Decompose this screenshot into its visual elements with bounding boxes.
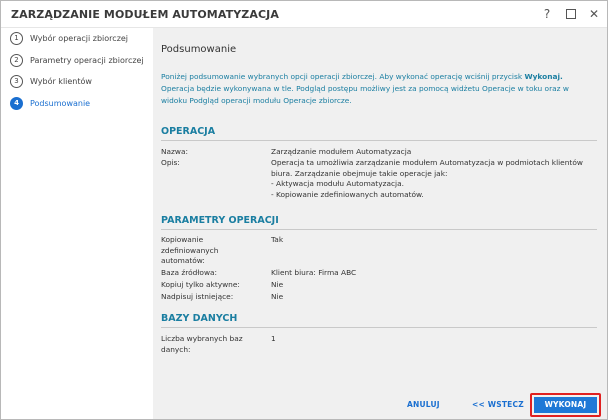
step-label: Parametry operacji zbiorczej [30,55,144,65]
execute-button[interactable]: WYKONAJ [534,397,597,413]
param-value: Klient biura: Firma ABC [271,268,357,277]
back-button[interactable]: << WSTECZ [472,400,524,409]
step-number: 2 [10,53,23,67]
param-label: Nadpisuj istniejące: [161,292,234,301]
page-title: Podsumowanie [161,44,237,55]
maximize-button[interactable] [562,6,580,22]
param-value: Nie [271,280,284,289]
maximize-icon [566,8,576,19]
param-label: Kopiuj tylko aktywne: [161,280,240,289]
param-label: Baza źródłowa: [161,268,218,277]
step-choose-clients[interactable]: 3 Wybór klientów [10,74,92,88]
description-label: Opis: [161,158,180,167]
footer-bar: ANULUJ << WSTECZ WYKONAJ [153,392,607,419]
dialog-window: ZARZĄDZANIE MODUŁEM AUTOMATYZACJA ? ✕ 1 … [0,0,608,420]
section-heading-operation: OPERACJA [161,126,597,141]
name-value: Zarządzanie modułem Automatyzacja [271,147,412,156]
param-value: Nie [271,292,284,301]
execute-button-highlight[interactable]: WYKONAJ [530,393,601,417]
step-operation-parameters[interactable]: 2 Parametry operacji zbiorczej [10,53,144,67]
step-summary[interactable]: 4 Podsumowanie [10,96,90,110]
db-count-value: 1 [271,334,276,343]
description-value: Operacja ta umożliwia zarządzanie modułe… [271,158,583,199]
name-label: Nazwa: [161,147,189,156]
close-button[interactable]: ✕ [585,6,603,22]
param-label: Kopiowanie zdefiniowanych automatów: [161,235,219,265]
db-count-label: Liczba wybranych baz danych: [161,334,243,354]
wizard-steps-sidebar: 1 Wybór operacji zbiorczej 2 Parametry o… [1,28,152,392]
dialog-title: ZARZĄDZANIE MODUŁEM AUTOMATYZACJA [11,8,279,21]
step-choose-operation[interactable]: 1 Wybór operacji zbiorczej [10,31,128,45]
section-heading-parameters: PARAMETRY OPERACJI [161,215,597,230]
summary-panel: Podsumowanie Poniżej podsumowanie wybran… [153,28,607,392]
section-heading-databases: BAZY DANYCH [161,313,597,328]
info-bold: Wykonaj. [524,72,563,81]
step-label: Podsumowanie [30,98,91,108]
info-text: Poniżej podsumowanie wybranych opcji ope… [161,72,569,105]
step-number: 1 [10,31,23,45]
help-button[interactable]: ? [538,6,556,22]
step-number: 4 [10,96,23,110]
step-label: Wybór klientów [30,76,92,86]
step-label: Wybór operacji zbiorczej [30,33,129,43]
title-bar: ZARZĄDZANIE MODUŁEM AUTOMATYZACJA ? ✕ [1,1,607,28]
param-value: Tak [271,235,284,244]
cancel-button[interactable]: ANULUJ [407,400,440,409]
step-number: 3 [10,74,23,88]
